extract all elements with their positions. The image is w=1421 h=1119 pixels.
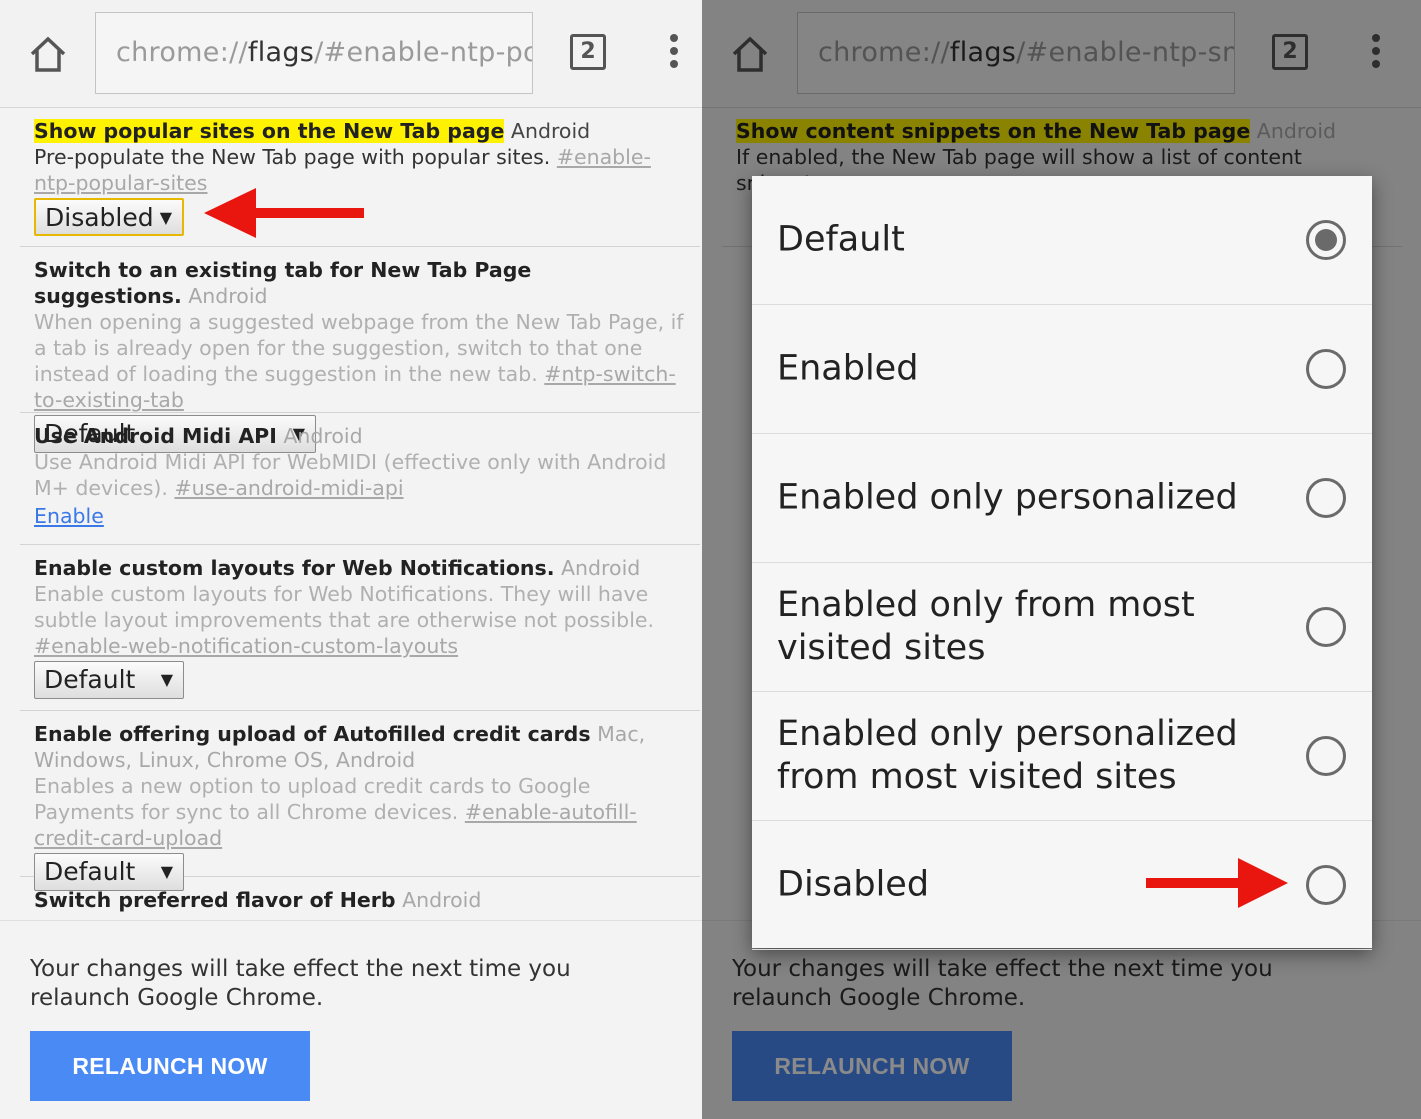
relaunch-bar: Your changes will take effect the next t… bbox=[0, 920, 702, 1119]
enable-link[interactable]: Enable bbox=[34, 503, 104, 529]
option-label: Default bbox=[777, 219, 905, 260]
dropdown-arrow-icon: ▼ bbox=[159, 208, 172, 227]
flag-title: Show popular sites on the New Tab page bbox=[34, 119, 505, 143]
option-label: Enabled only personalized bbox=[777, 477, 1238, 518]
flag-platforms: Android bbox=[283, 424, 363, 448]
select-value: Default bbox=[44, 665, 136, 694]
flag-item: Use Android Midi API Android Use Android… bbox=[20, 413, 700, 545]
flag-description: Enable custom layouts for Web Notificati… bbox=[34, 582, 655, 632]
flag-title: Switch to an existing tab for New Tab Pa… bbox=[34, 258, 532, 308]
option-enabled-personalized-most-visited[interactable]: Enabled only personalized from most visi… bbox=[752, 692, 1372, 821]
option-label: Enabled bbox=[777, 348, 919, 389]
relaunch-button[interactable]: RELAUNCH NOW bbox=[30, 1031, 310, 1101]
flag-platforms: Android bbox=[561, 556, 641, 580]
radio-button[interactable] bbox=[1306, 349, 1346, 389]
option-label: Enabled only personalized from most visi… bbox=[777, 714, 1238, 797]
flag-item: Enable offering upload of Autofilled cre… bbox=[20, 711, 700, 891]
flag-title: Use Android Midi API bbox=[34, 424, 277, 448]
annotation-arrow-icon bbox=[204, 188, 364, 238]
url-host: flags bbox=[247, 37, 315, 68]
radio-button[interactable] bbox=[1306, 607, 1346, 647]
flag-platforms: Android bbox=[510, 119, 591, 143]
flag-platforms: Android bbox=[402, 888, 482, 912]
right-screenshot: chrome://flags/#enable-ntp-snipp 2 Show … bbox=[702, 0, 1421, 1119]
dropdown-arrow-icon: ▼ bbox=[160, 670, 173, 689]
select-value: Disabled bbox=[45, 203, 154, 232]
flag-platforms: Android bbox=[188, 284, 268, 308]
flag-hash-link[interactable]: #use-android-midi-api bbox=[174, 476, 403, 500]
option-enabled-most-visited[interactable]: Enabled only from most visited sites bbox=[752, 563, 1372, 692]
flag-select[interactable]: Disabled ▼ bbox=[34, 198, 184, 236]
url-path: /#enable-ntp-popu bbox=[314, 37, 532, 68]
annotation-arrow-icon bbox=[1146, 858, 1288, 908]
radio-button[interactable] bbox=[1306, 478, 1346, 518]
radio-button[interactable] bbox=[1306, 865, 1346, 905]
option-label: Enabled only from most visited sites bbox=[777, 585, 1195, 668]
flag-item: Switch preferred flavor of Herb Android bbox=[20, 877, 700, 925]
radio-button[interactable] bbox=[1306, 736, 1346, 776]
radio-button[interactable] bbox=[1306, 220, 1346, 260]
url-prefix: chrome:// bbox=[116, 37, 248, 68]
left-screenshot: chrome://flags/#enable-ntp-popu 2 Show p… bbox=[0, 0, 702, 1119]
flag-title: Enable custom layouts for Web Notificati… bbox=[34, 556, 555, 580]
flag-description: Pre-populate the New Tab page with popul… bbox=[34, 145, 551, 169]
option-default[interactable]: Default bbox=[752, 176, 1372, 305]
toolbar: chrome://flags/#enable-ntp-popu 2 bbox=[0, 0, 702, 108]
url-bar[interactable]: chrome://flags/#enable-ntp-popu bbox=[95, 12, 533, 94]
option-enabled-personalized[interactable]: Enabled only personalized bbox=[752, 434, 1372, 563]
flag-select[interactable]: Default ▼ bbox=[34, 661, 184, 699]
flag-hash-link[interactable]: #enable-web-notification-custom-layouts bbox=[34, 634, 458, 658]
flag-title: Enable offering upload of Autofilled cre… bbox=[34, 722, 591, 746]
option-enabled[interactable]: Enabled bbox=[752, 305, 1372, 434]
flag-title: Switch preferred flavor of Herb bbox=[34, 888, 396, 912]
tab-switcher-icon[interactable]: 2 bbox=[570, 34, 606, 70]
home-icon[interactable] bbox=[28, 34, 68, 74]
flag-item: Switch to an existing tab for New Tab Pa… bbox=[20, 247, 700, 453]
flag-item: Enable custom layouts for Web Notificati… bbox=[20, 545, 700, 711]
options-dialog: Default Enabled Enabled only personalize… bbox=[752, 176, 1372, 950]
more-menu-icon[interactable] bbox=[668, 34, 680, 72]
relaunch-message: Your changes will take effect the next t… bbox=[30, 956, 571, 1011]
